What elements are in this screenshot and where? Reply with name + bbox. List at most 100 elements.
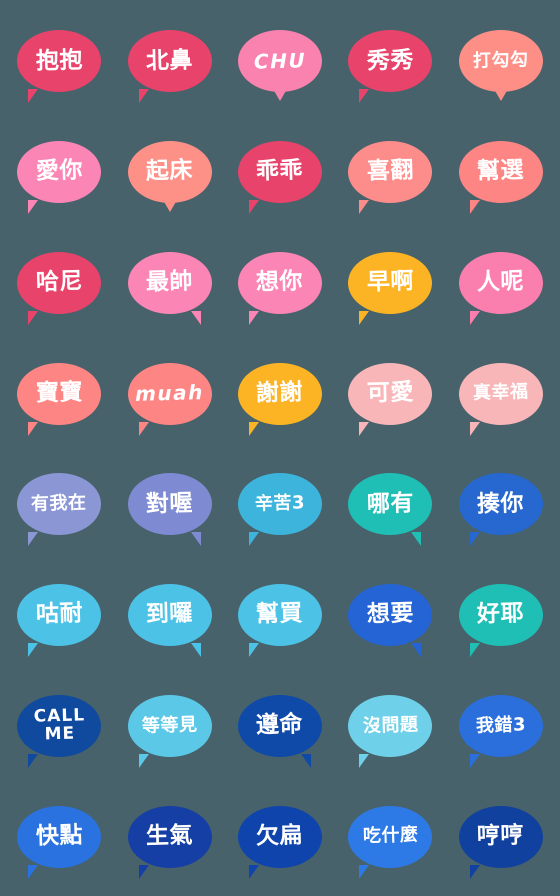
- speech-bubble-sticker[interactable]: 寶寶: [16, 358, 102, 436]
- speech-bubble-icon[interactable]: 最帥: [127, 251, 212, 325]
- speech-bubble-icon[interactable]: 我錯3: [458, 694, 543, 768]
- speech-bubble-icon[interactable]: 對喔: [127, 473, 212, 547]
- speech-bubble-icon[interactable]: 哼哼: [458, 805, 543, 879]
- speech-bubble-sticker[interactable]: 抱抱: [16, 25, 102, 104]
- speech-bubble-sticker[interactable]: 吃什麼: [347, 801, 433, 879]
- speech-bubble-icon[interactable]: 揍你: [458, 473, 543, 547]
- speech-bubble-sticker[interactable]: 早啊: [347, 247, 433, 325]
- sticker-cell[interactable]: 幫買: [225, 560, 335, 671]
- sticker-cell[interactable]: 欠扁: [225, 781, 335, 892]
- speech-bubble-sticker[interactable]: 幫選: [458, 136, 544, 215]
- speech-bubble-icon[interactable]: 抱抱: [17, 30, 102, 104]
- speech-bubble-sticker[interactable]: 好耶: [458, 579, 544, 658]
- speech-bubble-sticker[interactable]: muah: [127, 358, 213, 436]
- speech-bubble-icon[interactable]: 沒問題: [348, 694, 433, 768]
- speech-bubble-icon[interactable]: 北鼻: [127, 30, 212, 104]
- sticker-cell[interactable]: 謝謝: [225, 338, 335, 449]
- sticker-cell[interactable]: 沒問題: [335, 671, 445, 782]
- sticker-cell[interactable]: 真幸福: [446, 338, 556, 449]
- sticker-cell[interactable]: 生氣: [114, 781, 224, 892]
- sticker-cell[interactable]: 北鼻: [114, 6, 224, 117]
- speech-bubble-icon[interactable]: 想你: [237, 251, 322, 325]
- speech-bubble-sticker[interactable]: 謝謝: [237, 358, 323, 436]
- sticker-cell[interactable]: 哪有: [335, 449, 445, 560]
- speech-bubble-sticker[interactable]: CHU: [237, 25, 323, 102]
- sticker-cell[interactable]: 遵命: [225, 671, 335, 782]
- speech-bubble-sticker[interactable]: 打勾勾: [458, 25, 544, 102]
- speech-bubble-icon[interactable]: 乖乖: [237, 141, 322, 215]
- speech-bubble-sticker[interactable]: 乖乖: [237, 136, 323, 215]
- sticker-cell[interactable]: 吃什麼: [335, 781, 445, 892]
- sticker-cell[interactable]: 揍你: [446, 449, 556, 560]
- sticker-cell[interactable]: 好耶: [446, 560, 556, 671]
- speech-bubble-sticker[interactable]: 哼哼: [458, 801, 544, 879]
- speech-bubble-icon[interactable]: 早啊: [348, 251, 433, 325]
- sticker-cell[interactable]: CHU: [225, 6, 335, 117]
- speech-bubble-icon[interactable]: 好耶: [458, 584, 543, 658]
- speech-bubble-sticker[interactable]: 對喔: [127, 468, 213, 547]
- speech-bubble-sticker[interactable]: 幫買: [237, 579, 323, 658]
- speech-bubble-icon[interactable]: 遵命: [237, 694, 322, 768]
- sticker-cell[interactable]: 咕耐: [4, 560, 114, 671]
- speech-bubble-icon[interactable]: 等等見: [127, 694, 212, 768]
- speech-bubble-sticker[interactable]: 揍你: [458, 468, 544, 547]
- speech-bubble-sticker[interactable]: 哈尼: [16, 247, 102, 325]
- speech-bubble-icon[interactable]: 辛苦3: [237, 473, 322, 547]
- sticker-cell[interactable]: 我錯3: [446, 671, 556, 782]
- sticker-cell[interactable]: 起床: [114, 117, 224, 228]
- speech-bubble-icon[interactable]: 哈尼: [17, 251, 102, 325]
- speech-bubble-icon[interactable]: 愛你: [17, 141, 102, 215]
- sticker-cell[interactable]: 想要: [335, 560, 445, 671]
- speech-bubble-sticker[interactable]: 想你: [237, 247, 323, 325]
- speech-bubble-sticker[interactable]: 喜翻: [347, 136, 433, 215]
- sticker-cell[interactable]: 哼哼: [446, 781, 556, 892]
- speech-bubble-icon[interactable]: 幫買: [237, 584, 322, 658]
- speech-bubble-sticker[interactable]: 等等見: [127, 690, 213, 768]
- speech-bubble-sticker[interactable]: 最帥: [127, 247, 213, 325]
- sticker-cell[interactable]: 哈尼: [4, 228, 114, 339]
- speech-bubble-icon[interactable]: 人呢: [458, 251, 543, 325]
- speech-bubble-sticker[interactable]: 生氣: [127, 801, 213, 879]
- speech-bubble-icon[interactable]: 生氣: [127, 805, 212, 879]
- speech-bubble-icon[interactable]: 真幸福: [458, 362, 543, 436]
- speech-bubble-sticker[interactable]: 人呢: [458, 247, 544, 325]
- sticker-cell[interactable]: 寶寶: [4, 338, 114, 449]
- sticker-cell[interactable]: 抱抱: [4, 6, 114, 117]
- speech-bubble-icon[interactable]: 想要: [348, 584, 433, 658]
- speech-bubble-sticker[interactable]: 秀秀: [347, 25, 433, 104]
- sticker-cell[interactable]: 等等見: [114, 671, 224, 782]
- speech-bubble-icon[interactable]: 打勾勾: [458, 30, 543, 102]
- speech-bubble-sticker[interactable]: 我錯3: [458, 690, 544, 768]
- speech-bubble-sticker[interactable]: 遵命: [237, 690, 323, 768]
- speech-bubble-icon[interactable]: 欠扁: [237, 805, 322, 879]
- speech-bubble-icon[interactable]: 到囉: [127, 584, 212, 658]
- speech-bubble-sticker[interactable]: 可愛: [347, 358, 433, 436]
- sticker-cell[interactable]: 可愛: [335, 338, 445, 449]
- speech-bubble-sticker[interactable]: 想要: [347, 579, 433, 658]
- speech-bubble-icon[interactable]: 喜翻: [348, 141, 433, 215]
- sticker-cell[interactable]: 辛苦3: [225, 449, 335, 560]
- sticker-cell[interactable]: 幫選: [446, 117, 556, 228]
- sticker-cell[interactable]: CALL ME: [4, 671, 114, 782]
- speech-bubble-icon[interactable]: 謝謝: [237, 362, 322, 436]
- speech-bubble-sticker[interactable]: 快點: [16, 801, 102, 879]
- speech-bubble-icon[interactable]: 秀秀: [348, 30, 433, 104]
- speech-bubble-icon[interactable]: 起床: [127, 141, 212, 213]
- sticker-cell[interactable]: 人呢: [446, 228, 556, 339]
- sticker-cell[interactable]: 乖乖: [225, 117, 335, 228]
- sticker-cell[interactable]: 到囉: [114, 560, 224, 671]
- speech-bubble-sticker[interactable]: 沒問題: [347, 690, 433, 768]
- speech-bubble-icon[interactable]: 吃什麼: [348, 805, 433, 879]
- sticker-cell[interactable]: 最帥: [114, 228, 224, 339]
- speech-bubble-sticker[interactable]: CALL ME: [16, 690, 102, 768]
- speech-bubble-sticker[interactable]: 咕耐: [16, 579, 102, 658]
- speech-bubble-icon[interactable]: 咕耐: [17, 584, 102, 658]
- speech-bubble-sticker[interactable]: 真幸福: [458, 358, 544, 436]
- sticker-cell[interactable]: 愛你: [4, 117, 114, 228]
- speech-bubble-sticker[interactable]: 到囉: [127, 579, 213, 658]
- speech-bubble-icon[interactable]: 幫選: [458, 141, 543, 215]
- speech-bubble-icon[interactable]: 哪有: [348, 473, 433, 547]
- speech-bubble-sticker[interactable]: 有我在: [16, 468, 102, 547]
- sticker-cell[interactable]: muah: [114, 338, 224, 449]
- speech-bubble-sticker[interactable]: 哪有: [347, 468, 433, 547]
